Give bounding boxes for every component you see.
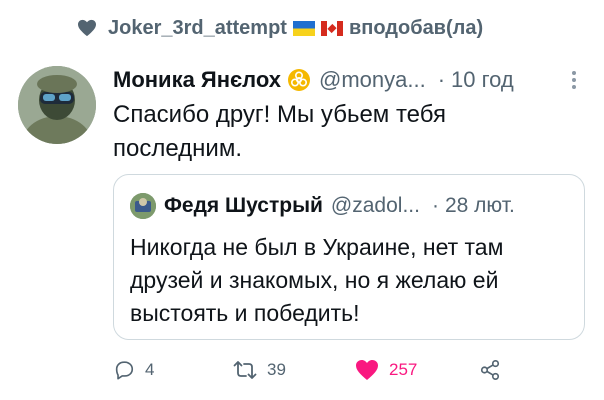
tweet-text: Спасибо друг! Мы убьем тебя последним. [113,101,446,162]
liked-by-text[interactable]: Joker_3rd_attempt вподобав(ла) [108,17,483,40]
avatar-image [18,66,96,144]
heart-filled-icon [356,360,378,380]
tweet-action-bar: 4 39 257 [113,356,513,384]
quoted-author-display-name: Федя Шустрый [164,194,323,217]
quoted-tweet-timestamp: 28 лют. [444,194,515,217]
retweet-button[interactable]: 39 [233,356,286,384]
retweet-count: 39 [267,360,286,379]
quoted-tweet-text: Никогда не был в Украине, нет там друзей… [130,234,504,326]
quoted-tweet-header: Федя Шустрый @zadol... · 28 лют. [130,191,570,221]
ukraine-flag-icon [292,20,315,36]
retweet-icon [233,361,257,379]
heart-icon [76,17,98,39]
liked-by-row[interactable]: Joker_3rd_attempt вподобав(ла) [76,14,483,42]
share-icon [480,360,500,380]
canada-flag-icon [320,20,343,36]
quoted-author-handle: @zadol... [330,194,420,217]
liked-by-user[interactable]: Joker_3rd_attempt [108,17,287,40]
quoted-tweet-card[interactable]: Федя Шустрый @zadol... · 28 лют. Никогда… [113,174,585,340]
quoted-author-avatar [130,193,156,219]
author-display-name[interactable]: Моника Янєлох [113,67,281,93]
author-handle[interactable]: @monya... [319,67,426,93]
quoted-separator-dot: · [431,194,439,217]
tweet-header: Моника Янєлох @monya... · 10 год [113,64,584,96]
tweet-timestamp[interactable]: 10 год [451,67,514,93]
biohazard-badge-icon [287,68,311,92]
liked-by-action: вподобав(ла) [348,16,484,39]
reply-button[interactable]: 4 [113,356,154,384]
separator-dot: · [437,67,446,92]
author-avatar[interactable] [18,66,96,144]
share-button[interactable] [479,356,501,384]
more-options-icon[interactable] [564,68,584,92]
like-button[interactable]: 257 [355,356,417,384]
like-count: 257 [389,360,418,379]
reply-icon [115,361,134,380]
reply-count: 4 [145,360,155,379]
